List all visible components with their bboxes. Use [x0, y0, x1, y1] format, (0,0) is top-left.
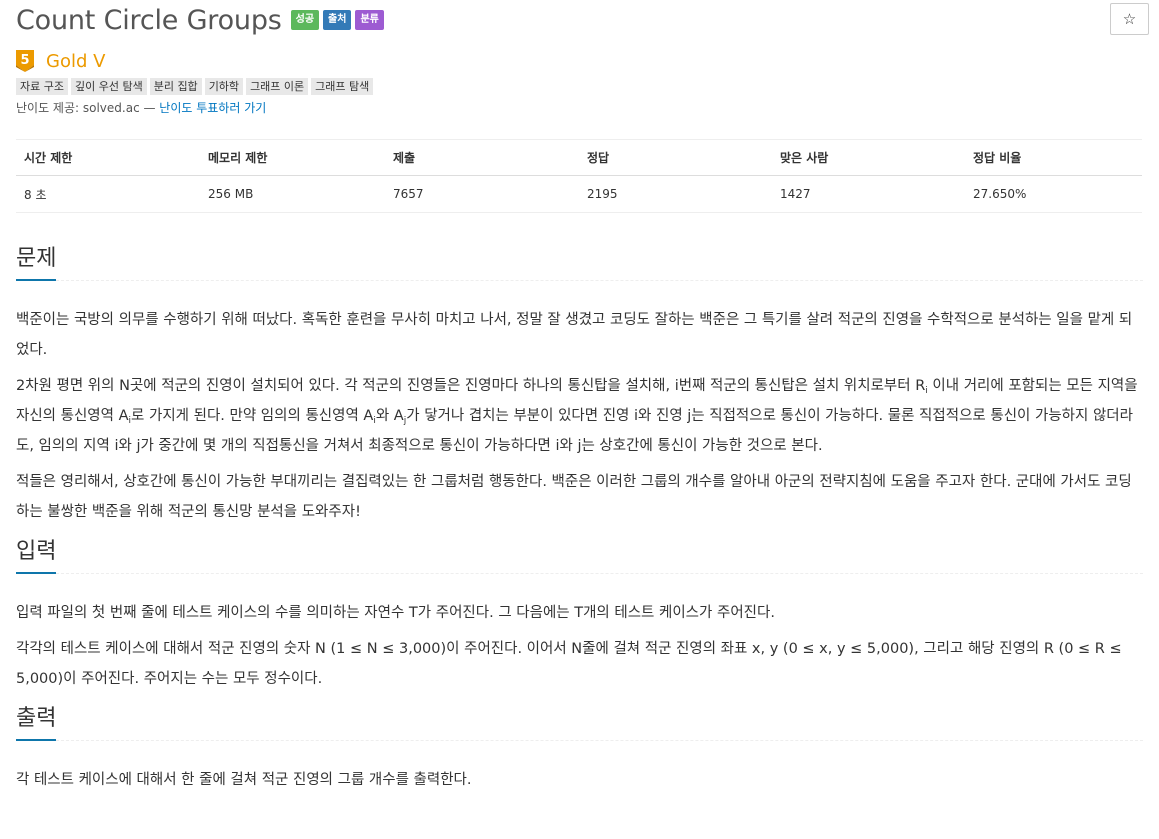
- problem-page: Count Circle Groups 성공 출처 분류 ☆ 5 Gold V …: [0, 0, 1159, 795]
- gold-tier-icon: 5: [16, 50, 34, 72]
- input-paragraph-1: 입력 파일의 첫 번째 줄에 테스트 케이스의 수를 의미하는 자연수 T가 주…: [16, 605, 775, 621]
- table-header-row: 시간 제한 메모리 제한 제출 정답 맞은 사람 정답 비율: [16, 139, 1142, 176]
- problem-paragraph-2: 2차원 평면 위의 N곳에 적군의 진영이 설치되어 있다. 각 적군의 진영들…: [16, 378, 1138, 454]
- title-row: Count Circle Groups 성공 출처 분류: [16, 0, 1143, 40]
- problem-title: Count Circle Groups: [16, 4, 282, 36]
- section-title-input: 입력: [16, 533, 57, 574]
- header-time-limit: 시간 제한: [16, 139, 200, 176]
- tag-item[interactable]: 그래프 탐색: [311, 78, 374, 95]
- tag-item[interactable]: 자료 구조: [16, 78, 68, 95]
- problem-paragraph-3: 적들은 영리해서, 상호간에 통신이 가능한 부대끼리는 결집력있는 한 그룹처…: [16, 474, 1132, 520]
- header-accepted: 정답: [579, 139, 772, 176]
- accepted-value: 2195: [579, 175, 772, 213]
- vote-link[interactable]: 난이도 투표하러 가기: [159, 101, 266, 115]
- problem-description-section: 문제 백준이는 국방의 의무를 수행하기 위해 떠났다. 혹독한 훈련을 무사히…: [16, 240, 1143, 527]
- tag-item[interactable]: 기하학: [204, 78, 244, 95]
- time-limit-value: 8 초: [16, 175, 200, 213]
- section-header: 출력: [16, 700, 1143, 751]
- label-success[interactable]: 성공: [290, 10, 320, 30]
- algorithm-tags: 자료 구조 깊이 우선 탐색 분리 집합 기하학 그래프 이론 그래프 탐색: [16, 78, 1143, 95]
- submissions-value: 7657: [385, 175, 579, 213]
- difficulty-provider: 난이도 제공: solved.ac — 난이도 투표하러 가기: [16, 99, 1143, 116]
- star-icon: ☆: [1122, 10, 1137, 28]
- header-solved-users: 맞은 사람: [772, 139, 965, 176]
- section-header: 입력: [16, 533, 1143, 584]
- memory-limit-value: 256 MB: [200, 175, 385, 213]
- output-section: 출력 각 테스트 케이스에 대해서 한 줄에 걸쳐 적군 진영의 그룹 개수를 …: [16, 700, 1143, 795]
- problem-info-table: 시간 제한 메모리 제한 제출 정답 맞은 사람 정답 비율 8 초 256 M…: [16, 139, 1142, 213]
- tier-row: 5 Gold V: [16, 50, 1143, 72]
- accept-rate-value: 27.650%: [965, 175, 1142, 213]
- section-title-output: 출력: [16, 700, 57, 741]
- output-paragraph-1: 각 테스트 케이스에 대해서 한 줄에 걸쳐 적군 진영의 그룹 개수를 출력한…: [16, 772, 472, 788]
- provider-text: 난이도 제공: solved.ac —: [16, 101, 160, 115]
- solved-users-value: 1427: [772, 175, 965, 213]
- tag-item[interactable]: 그래프 이론: [246, 78, 309, 95]
- section-header: 문제: [16, 240, 1143, 291]
- star-button[interactable]: ☆: [1110, 3, 1149, 35]
- tag-item[interactable]: 깊이 우선 탐색: [70, 78, 147, 95]
- input-paragraph-2: 각각의 테스트 케이스에 대해서 적군 진영의 숫자 N (1 ≤ N ≤ 3,…: [16, 641, 1122, 687]
- problem-paragraph-1: 백준이는 국방의 의무를 수행하기 위해 떠났다. 혹독한 훈련을 무사히 마치…: [16, 312, 1133, 358]
- input-section: 입력 입력 파일의 첫 번째 줄에 테스트 케이스의 수를 의미하는 자연수 T…: [16, 533, 1143, 694]
- tier-number: 5: [20, 53, 29, 68]
- label-source[interactable]: 출처: [323, 10, 352, 30]
- tag-item[interactable]: 분리 집합: [149, 78, 202, 95]
- header-accept-rate: 정답 비율: [965, 139, 1142, 176]
- header-submissions: 제출: [385, 139, 579, 176]
- tier-name[interactable]: Gold V: [46, 51, 105, 72]
- header-memory-limit: 메모리 제한: [200, 139, 385, 176]
- label-category[interactable]: 분류: [355, 10, 384, 30]
- section-title-problem: 문제: [16, 240, 57, 281]
- table-row: 8 초 256 MB 7657 2195 1427 27.650%: [16, 175, 1142, 213]
